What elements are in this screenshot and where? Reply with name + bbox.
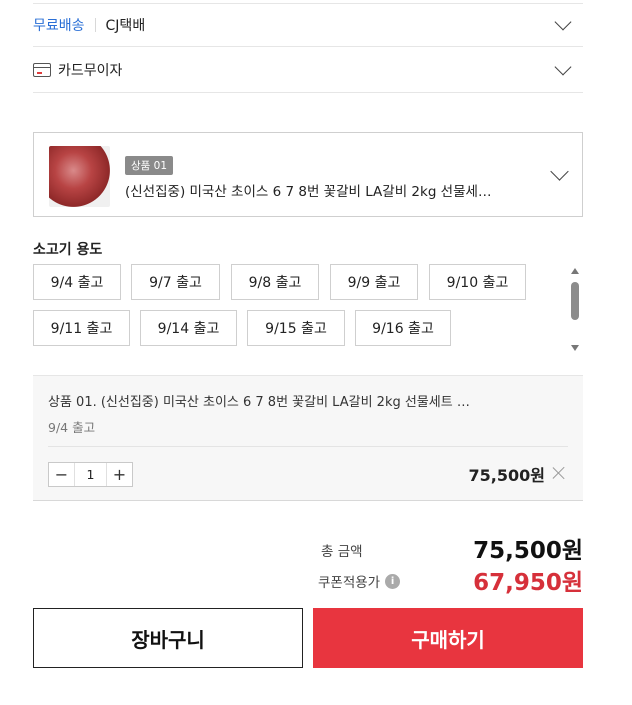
total-label: 총 금액 (321, 544, 363, 560)
chevron-down-icon[interactable] (554, 58, 572, 75)
option-scrollbar[interactable] (568, 265, 582, 353)
selected-item-price: 75,500원 (468, 466, 545, 485)
carrier-label: CJ택배 (105, 18, 146, 34)
option-button[interactable]: 9/8 출고 (231, 264, 319, 300)
option-title: 소고기 용도 (33, 242, 103, 258)
free-shipping-label: 무료배송 (33, 18, 85, 34)
option-button[interactable]: 9/10 출고 (429, 264, 526, 300)
coupon-price-label: 쿠폰적용가 i (318, 571, 401, 591)
option-button[interactable]: 9/14 출고 (140, 310, 237, 346)
selected-item-panel: 상품 01. (신선집중) 미국산 초이스 6 7 8번 꽃갈비 LA갈비 2k… (33, 375, 583, 501)
shipping-row[interactable]: 무료배송 CJ택배 (33, 3, 583, 47)
selected-item-option: 9/4 출고 (48, 420, 96, 435)
card-installment-row[interactable]: 카드무이자 (33, 47, 583, 93)
divider (48, 446, 568, 447)
product-select-dropdown[interactable]: 상품 01 (신선집중) 미국산 초이스 6 7 8번 꽃갈비 LA갈비 2kg… (33, 132, 583, 217)
selected-item-name: 상품 01. (신선집중) 미국산 초이스 6 7 8번 꽃갈비 LA갈비 2k… (48, 395, 470, 410)
divider (94, 18, 96, 32)
product-name: (신선집중) 미국산 초이스 6 7 8번 꽃갈비 LA갈비 2kg 선물세… (125, 184, 492, 200)
option-button[interactable]: 9/15 출고 (247, 310, 345, 346)
quantity-value[interactable]: 1 (74, 463, 107, 486)
scroll-up-icon[interactable] (571, 268, 579, 274)
decrease-button[interactable]: − (49, 463, 74, 486)
coupon-price: 67,950원 (473, 570, 583, 596)
card-icon (33, 62, 51, 77)
chevron-down-icon[interactable] (550, 161, 569, 181)
product-badge: 상품 01 (125, 156, 174, 175)
increase-button[interactable]: + (107, 463, 132, 486)
scroll-down-icon[interactable] (571, 345, 579, 351)
option-button[interactable]: 9/7 출고 (131, 264, 220, 300)
scroll-thumb[interactable] (571, 282, 579, 320)
add-to-cart-button[interactable]: 장바구니 (33, 608, 303, 668)
close-icon[interactable] (552, 466, 566, 480)
option-button[interactable]: 9/4 출고 (33, 264, 121, 300)
quantity-stepper[interactable]: − 1 + (48, 462, 133, 487)
buy-now-button[interactable]: 구매하기 (313, 608, 583, 668)
option-button[interactable]: 9/16 출고 (355, 310, 451, 346)
coupon-label-text: 쿠폰적용가 (318, 575, 381, 591)
card-installment-label: 카드무이자 (58, 62, 123, 79)
chevron-down-icon[interactable] (554, 13, 572, 31)
option-button[interactable]: 9/11 출고 (33, 310, 130, 346)
option-button[interactable]: 9/9 출고 (330, 264, 418, 300)
info-icon[interactable]: i (385, 573, 401, 589)
product-thumbnail (49, 146, 110, 207)
total-price: 75,500원 (473, 538, 583, 564)
